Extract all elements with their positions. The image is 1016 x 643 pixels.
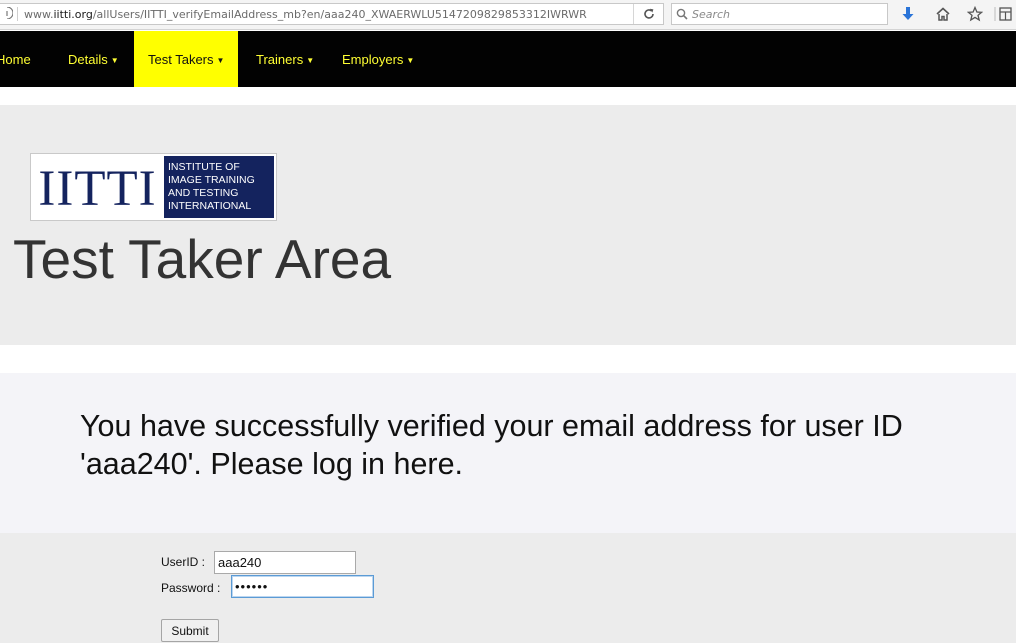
url-path: /allUsers/IITTI_verifyEmailAddress_mb?en…: [92, 7, 587, 21]
logo-text-block: INSTITUTE OF IMAGE TRAINING AND TESTING …: [164, 156, 274, 218]
search-placeholder: Search: [692, 7, 731, 21]
main-navbar: Home Details ▼ Test Takers ▼ Trainers ▼ Emp…: [0, 31, 1016, 87]
caret-down-icon: ▼: [110, 55, 119, 65]
reload-icon[interactable]: [633, 4, 663, 24]
caret-down-icon: ▼: [306, 55, 315, 65]
login-form: [0, 533, 1016, 643]
search-icon: [672, 8, 692, 20]
header-jumbotron: [0, 105, 1016, 345]
logo-line: INSTITUTE OF: [168, 161, 240, 173]
nav-details-label: Details: [68, 51, 108, 67]
nav-trainers[interactable]: Trainers ▼: [256, 31, 314, 87]
url-separator: [17, 7, 18, 21]
nav-trainers-label: Trainers: [256, 51, 304, 67]
info-icon[interactable]: [0, 5, 16, 22]
search-input[interactable]: Search: [671, 3, 888, 25]
browser-toolbar: www. iitti.org/allUsers/IITTI_verifyEmail…: [0, 0, 1016, 30]
caret-down-icon: ▼: [216, 55, 225, 65]
nav-home[interactable]: Home: [0, 31, 31, 87]
password-field[interactable]: [231, 575, 374, 598]
password-label: Password :: [161, 581, 221, 595]
logo-mark: IITTI: [38, 161, 157, 217]
download-icon[interactable]: [898, 4, 918, 24]
caret-down-icon: ▼: [406, 55, 415, 65]
logo-line: INTERNATIONAL: [168, 200, 252, 212]
nav-employers-label: Employers: [342, 51, 404, 67]
userid-field[interactable]: [214, 551, 356, 574]
home-icon[interactable]: [933, 4, 953, 24]
star-icon[interactable]: [965, 4, 985, 24]
nav-test-takers-label: Test Takers: [148, 51, 214, 67]
nav-home-label: Home: [0, 51, 31, 67]
message-line-1: You have successfully verified your emai…: [80, 409, 903, 443]
iitti-logo: IITTI INSTITUTE OF IMAGE TRAINING AND TE…: [30, 153, 277, 221]
message-line-2: 'aaa240'. Please log in here.: [80, 447, 464, 481]
url-host: iitti.org: [53, 7, 93, 21]
url-prefix: www.: [24, 7, 54, 21]
page-title: Test Taker Area: [13, 228, 392, 290]
reader-icon[interactable]: [994, 4, 1014, 24]
logo-line: IMAGE TRAINING: [168, 174, 255, 186]
logo-line: AND TESTING: [168, 187, 239, 199]
userid-label: UserID :: [161, 555, 206, 569]
submit-button[interactable]: Submit: [161, 619, 219, 642]
nav-details[interactable]: Details ▼: [68, 31, 119, 87]
address-bar[interactable]: www. iitti.org/allUsers/IITTI_verifyEmail…: [0, 3, 664, 25]
nav-test-takers[interactable]: Test Takers ▼: [134, 31, 239, 87]
nav-employers[interactable]: Employers ▼: [342, 31, 414, 87]
verification-message: You have successfully verified your emai…: [80, 407, 1016, 483]
